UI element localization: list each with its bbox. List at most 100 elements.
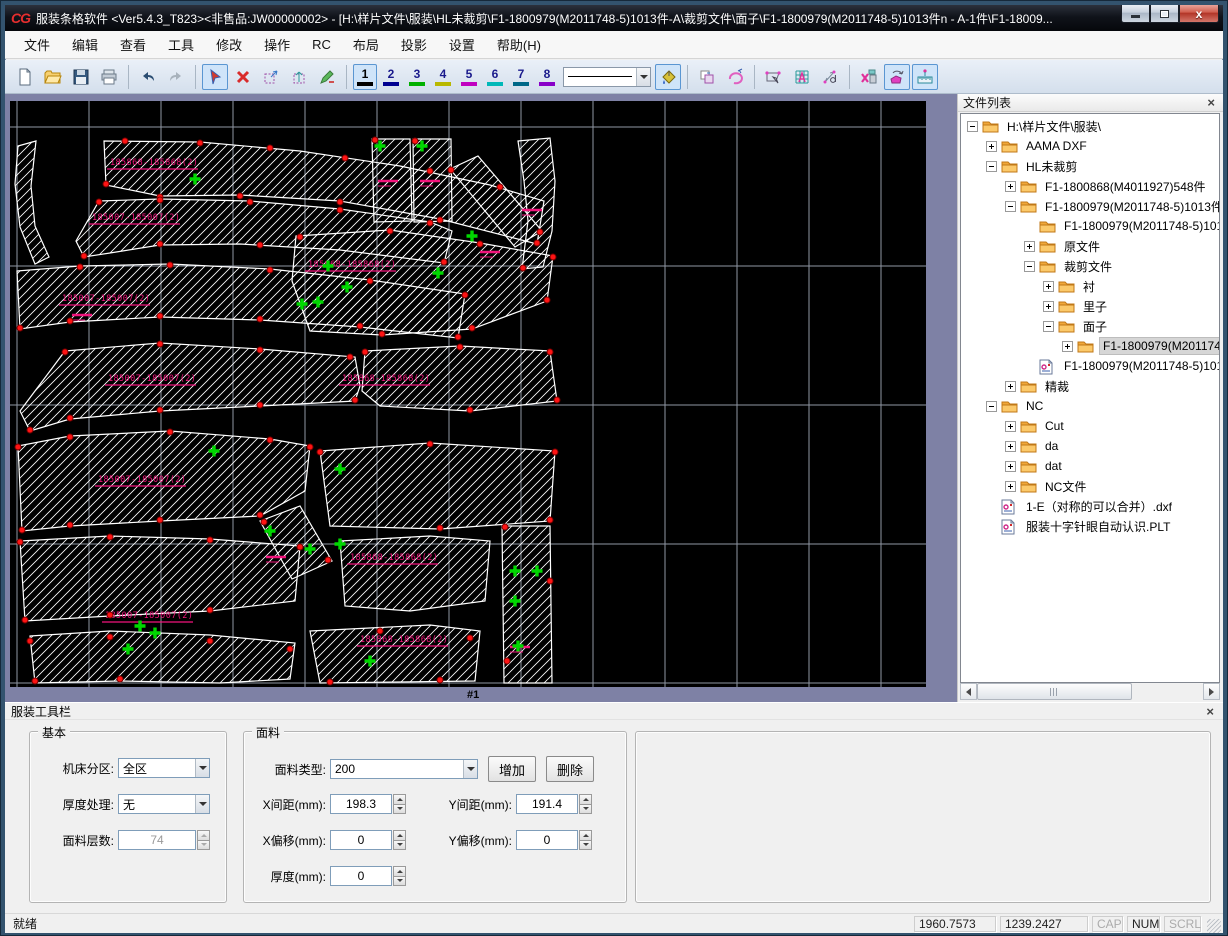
tree-item-label[interactable]: 原文件: [1061, 237, 1103, 256]
fabric-type-dropdown-arrow[interactable]: [463, 760, 477, 778]
x-spacing-input[interactable]: [330, 794, 392, 814]
layer-button-4[interactable]: 4: [431, 64, 455, 90]
tree-item[interactable]: AAMA DXF: [961, 136, 1219, 156]
tree-item[interactable]: 面子: [961, 316, 1219, 336]
pattern-piece[interactable]: [309, 624, 481, 684]
menu-item-文件[interactable]: 文件: [13, 32, 61, 57]
open-file-button[interactable]: [40, 64, 66, 90]
tree-item-label[interactable]: 精裁: [1042, 377, 1072, 396]
tree-item-label[interactable]: da: [1042, 438, 1061, 454]
scrollbar-track[interactable]: [977, 683, 1203, 700]
tree-item-label[interactable]: NC文件: [1042, 477, 1089, 496]
line-style-dropdown-arrow[interactable]: [636, 67, 650, 86]
pattern-piece[interactable]: [339, 535, 491, 612]
align-piece-button[interactable]: [286, 64, 312, 90]
expand-icon[interactable]: [1043, 280, 1054, 292]
measure-distance-button[interactable]: [817, 64, 843, 90]
restore-button[interactable]: [1150, 5, 1179, 23]
edit-pencil-button[interactable]: [314, 64, 340, 90]
title-bar[interactable]: CG 服装条格软件 <Ver5.4.3_T823><非售品:JW00000002…: [5, 5, 1223, 31]
tree-item[interactable]: F1-1800979(M2011748-5)1013件: [961, 196, 1219, 216]
tree-item[interactable]: 服装十字针眼自动认识.PLT: [961, 516, 1219, 536]
collapse-icon[interactable]: [967, 120, 978, 132]
file-tree-hscrollbar[interactable]: [960, 683, 1220, 700]
tree-item-label[interactable]: dat: [1042, 458, 1065, 474]
layer-button-8[interactable]: 8: [535, 64, 559, 90]
tree-item[interactable]: F1-1800979(M2011748-5)101: [961, 356, 1219, 376]
machine-zone-select[interactable]: 全区: [118, 758, 210, 778]
select-tool-button[interactable]: [202, 63, 228, 90]
collapse-icon[interactable]: [986, 160, 997, 172]
nesting-canvas[interactable]: 185868-185868(2) 185007-185007(2) 185007-1…: [10, 101, 926, 687]
expand-icon[interactable]: [986, 140, 997, 152]
tree-item-label[interactable]: 衬: [1080, 277, 1098, 296]
thickness-handling-select[interactable]: 无: [118, 794, 210, 814]
resize-grip[interactable]: [1207, 919, 1221, 933]
tree-item[interactable]: 里子: [961, 296, 1219, 316]
new-file-button[interactable]: [12, 64, 38, 90]
tree-item-label[interactable]: F1-1800979(M2011748-5)101: [1061, 218, 1219, 234]
expand-icon[interactable]: [1005, 380, 1016, 392]
layer-button-3[interactable]: 3: [405, 64, 429, 90]
menu-item-帮助(H)[interactable]: 帮助(H): [486, 32, 552, 57]
tree-item[interactable]: dat: [961, 456, 1219, 476]
layer-button-7[interactable]: 7: [509, 64, 533, 90]
collapse-icon[interactable]: [1005, 200, 1016, 212]
tree-item-label[interactable]: F1-1800979(M201174: [1099, 337, 1219, 355]
pattern-piece[interactable]: [319, 442, 556, 530]
x-spacing-spinner[interactable]: [393, 794, 406, 814]
tree-item[interactable]: F1-1800979(M201174: [961, 336, 1219, 356]
thickness-spinner[interactable]: [393, 866, 406, 886]
y-spacing-input[interactable]: [516, 794, 578, 814]
tree-item-label[interactable]: Cut: [1042, 418, 1067, 434]
rotate-piece-button[interactable]: [884, 63, 910, 90]
tree-item[interactable]: 1-E（对称的可以合并）.dxf: [961, 496, 1219, 516]
print-button[interactable]: [96, 64, 122, 90]
collapse-icon[interactable]: [1043, 320, 1054, 332]
menu-item-操作[interactable]: 操作: [253, 32, 301, 57]
menu-item-修改[interactable]: 修改: [205, 32, 253, 57]
tree-item[interactable]: 精裁: [961, 376, 1219, 396]
clear-piece-button[interactable]: [856, 64, 882, 90]
menu-item-布局[interactable]: 布局: [342, 32, 390, 57]
nesting-canvas-area[interactable]: 185868-185868(2) 185007-185007(2) 185007-1…: [5, 94, 957, 702]
tree-item[interactable]: HL未裁剪: [961, 156, 1219, 176]
tree-item-label[interactable]: 裁剪文件: [1061, 257, 1115, 276]
tree-item[interactable]: NC: [961, 396, 1219, 416]
thickness-handling-dropdown-arrow[interactable]: [195, 795, 209, 813]
tree-item[interactable]: H:\样片文件\服装\: [961, 116, 1219, 136]
layer-button-2[interactable]: 2: [379, 64, 403, 90]
tree-item-label[interactable]: HL未裁剪: [1023, 157, 1080, 176]
tree-item-label[interactable]: NC: [1023, 398, 1046, 414]
pattern-piece[interactable]: [29, 630, 296, 684]
tree-item-label[interactable]: F1-1800868(M4011927)548件: [1042, 177, 1209, 196]
expand-icon[interactable]: [1024, 240, 1035, 252]
add-fabric-button[interactable]: 增加: [488, 756, 537, 782]
menu-item-设置[interactable]: 设置: [438, 32, 486, 57]
expand-icon[interactable]: [1062, 340, 1073, 352]
grid-text-button[interactable]: [789, 64, 815, 90]
scroll-right-button[interactable]: [1203, 683, 1220, 700]
expand-icon[interactable]: [1043, 300, 1054, 312]
undo-button[interactable]: [135, 64, 161, 90]
expand-icon[interactable]: [1005, 480, 1016, 492]
scrollbar-thumb[interactable]: [977, 683, 1132, 700]
scroll-left-button[interactable]: [960, 683, 977, 700]
expand-icon[interactable]: [1005, 420, 1016, 432]
menu-item-查看[interactable]: 查看: [109, 32, 157, 57]
y-offset-input[interactable]: [516, 830, 578, 850]
collapse-icon[interactable]: [1024, 260, 1035, 272]
x-offset-spinner[interactable]: [393, 830, 406, 850]
tree-item-label[interactable]: 里子: [1080, 297, 1110, 316]
move-piece-button[interactable]: [258, 64, 284, 90]
menu-item-RC[interactable]: RC: [301, 34, 342, 55]
tree-item[interactable]: 衬: [961, 276, 1219, 296]
menu-item-编辑[interactable]: 编辑: [61, 32, 109, 57]
y-offset-spinner[interactable]: [579, 830, 592, 850]
layer-button-6[interactable]: 6: [483, 64, 507, 90]
machine-zone-dropdown-arrow[interactable]: [195, 759, 209, 777]
tree-item[interactable]: NC文件: [961, 476, 1219, 496]
minimize-button[interactable]: [1121, 5, 1150, 23]
tree-item[interactable]: 原文件: [961, 236, 1219, 256]
measure-piece-button[interactable]: [761, 64, 787, 90]
